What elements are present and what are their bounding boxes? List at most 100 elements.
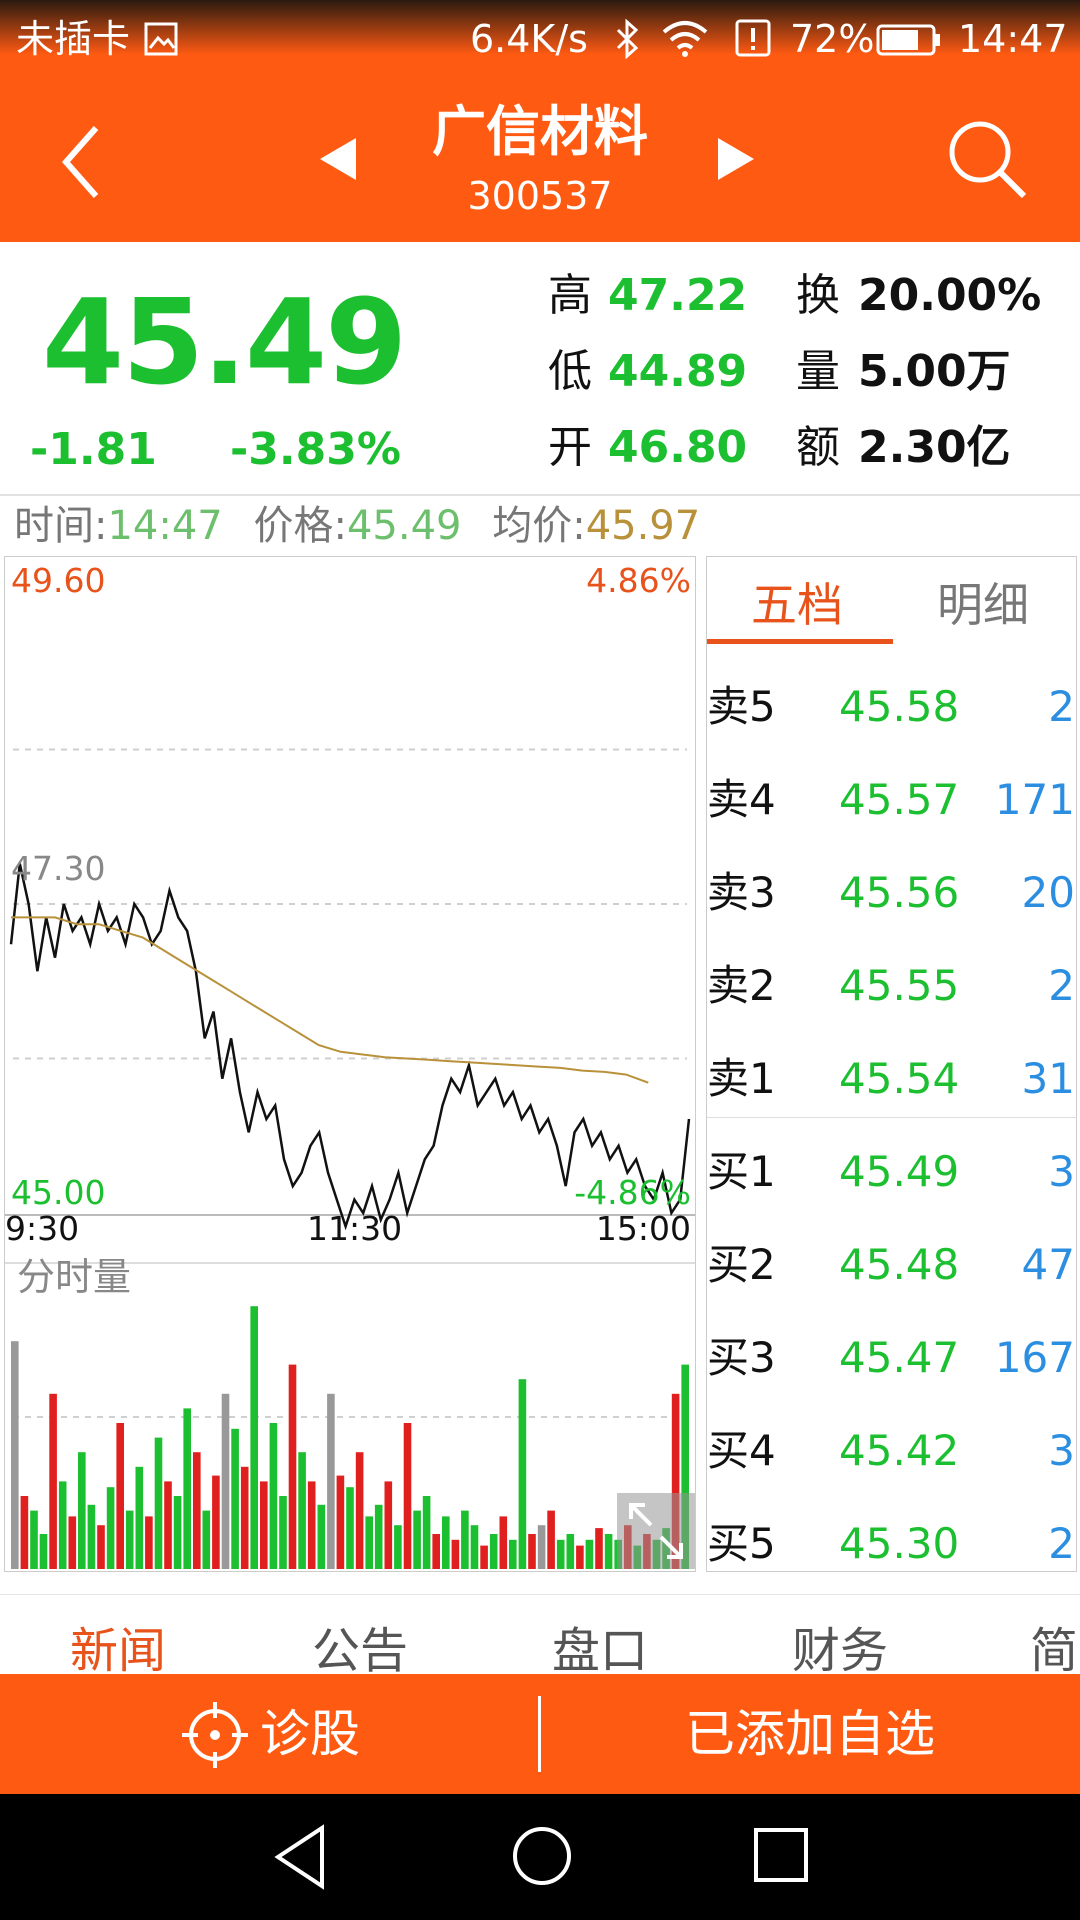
order-volume: 2 [1048, 961, 1075, 1010]
turnover-label: 换 [796, 270, 840, 321]
high-label: 高 [548, 270, 592, 321]
tab-news[interactable]: 新闻 [70, 1621, 166, 1681]
nav-back-icon[interactable] [272, 1824, 328, 1890]
volume-bar [556, 1539, 565, 1569]
expand-button[interactable] [617, 1493, 695, 1569]
volume-bar [250, 1306, 258, 1569]
order-level-label: 买3 [707, 1333, 776, 1382]
y-tick-top: 49.60 [11, 561, 106, 600]
time-label: 时间: [14, 503, 108, 549]
diagnose-button[interactable]: 诊股 [176, 1692, 506, 1776]
order-book-row: 买1 45.49 3 [707, 1126, 1077, 1219]
volume-bar [346, 1487, 354, 1569]
order-price: 45.49 [839, 1147, 960, 1196]
volume-bar [470, 1525, 479, 1569]
order-volume: 2 [1048, 1519, 1075, 1568]
y-tick-bottom-pct: -4.86% [574, 1173, 691, 1212]
price-label: 价格: [253, 503, 347, 549]
volume-bar [442, 1516, 450, 1569]
volume-bar [489, 1534, 498, 1569]
volume-bar [11, 1341, 19, 1569]
search-icon[interactable] [946, 118, 1030, 202]
order-volume: 3 [1048, 1147, 1075, 1196]
volume-bar [20, 1496, 29, 1569]
y-tick-top-pct: 4.86% [586, 561, 691, 600]
image-icon [144, 22, 178, 56]
order-price: 45.55 [839, 961, 960, 1010]
avg-label: 均价: [492, 503, 586, 549]
order-price: 45.56 [839, 868, 960, 917]
watchlist-button[interactable]: 已添加自选 [560, 1692, 1060, 1776]
x-tick-open: 9:30 [5, 1209, 80, 1248]
volume-bar [240, 1466, 249, 1569]
order-book-row: 买4 45.42 3 [707, 1405, 1077, 1498]
avg-value: 45.97 [585, 503, 701, 549]
nav-home-icon[interactable] [510, 1824, 574, 1888]
volume-bar [499, 1516, 508, 1569]
order-book-row: 卖3 45.56 20 [707, 847, 1077, 940]
volume-bar [327, 1393, 335, 1569]
y-tick-mid: 47.30 [11, 849, 106, 888]
crosshair-icon [182, 1702, 248, 1768]
tab-detail[interactable]: 明细 [937, 575, 1029, 635]
order-level-label: 卖4 [707, 775, 776, 824]
order-volume: 167 [994, 1333, 1075, 1382]
volume-bar [231, 1428, 239, 1569]
volume-title: 分时量 [17, 1255, 132, 1299]
volume-label: 量 [796, 346, 840, 397]
battery-percent: 72% [790, 17, 875, 61]
volume-bar [173, 1496, 182, 1569]
time-value: 14:47 [107, 503, 223, 549]
volume-bar [269, 1423, 278, 1569]
volume-bar [604, 1534, 613, 1569]
clock: 14:47 [958, 17, 1068, 61]
volume-bar [49, 1393, 57, 1569]
tab-indicator [707, 639, 893, 644]
volume-bar [78, 1452, 86, 1569]
volume-bar [365, 1516, 373, 1569]
volume-bar [97, 1525, 105, 1569]
app-header: 广信材料 300537 [0, 78, 1080, 242]
battery-icon [876, 24, 940, 56]
tab-finance[interactable]: 财务 [792, 1621, 888, 1681]
volume-bar [183, 1408, 191, 1569]
open-value: 46.80 [608, 422, 748, 473]
volume-bar [576, 1545, 584, 1569]
volume-bar [30, 1510, 38, 1569]
volume-bar [374, 1504, 383, 1569]
volume-value: 5.00万 [858, 346, 1011, 397]
order-level-label: 卖2 [707, 961, 776, 1010]
high-value: 47.22 [608, 270, 748, 321]
volume-bar [135, 1466, 144, 1569]
tab-announcements[interactable]: 公告 [312, 1621, 408, 1681]
price-line [9, 863, 691, 1231]
volume-bar [288, 1364, 297, 1569]
next-stock-icon[interactable] [716, 134, 758, 184]
volume-bar [145, 1516, 153, 1569]
volume-bar [413, 1510, 421, 1569]
volume-bar [116, 1423, 124, 1569]
volume-bar [68, 1516, 77, 1569]
volume-bar [403, 1423, 412, 1569]
tab-profile[interactable]: 简 [1030, 1621, 1078, 1681]
amount-value: 2.30亿 [858, 422, 1011, 473]
tab-orderbook[interactable]: 盘口 [552, 1621, 648, 1681]
order-level-label: 卖3 [707, 868, 776, 917]
tab-level5[interactable]: 五档 [751, 575, 843, 635]
volume-bar [355, 1452, 364, 1569]
amount-label: 额 [796, 422, 840, 473]
intraday-chart[interactable]: 49.60 4.86% 47.30 45.00 -4.86% 9:30 11:3… [4, 556, 696, 1572]
order-price: 45.48 [839, 1240, 960, 1289]
order-volume: 20 [1021, 868, 1075, 917]
volume-bar [279, 1496, 287, 1569]
action-divider [538, 1696, 541, 1772]
volume-bar [585, 1539, 594, 1569]
order-price: 45.54 [839, 1054, 960, 1103]
low-value: 44.89 [608, 346, 748, 397]
order-level-label: 卖5 [707, 682, 776, 731]
stock-name: 广信材料 [432, 100, 648, 163]
order-price: 45.30 [839, 1519, 960, 1568]
open-label: 开 [548, 422, 592, 473]
nav-recents-icon[interactable] [752, 1826, 812, 1886]
order-book-row: 买2 45.48 47 [707, 1219, 1077, 1312]
